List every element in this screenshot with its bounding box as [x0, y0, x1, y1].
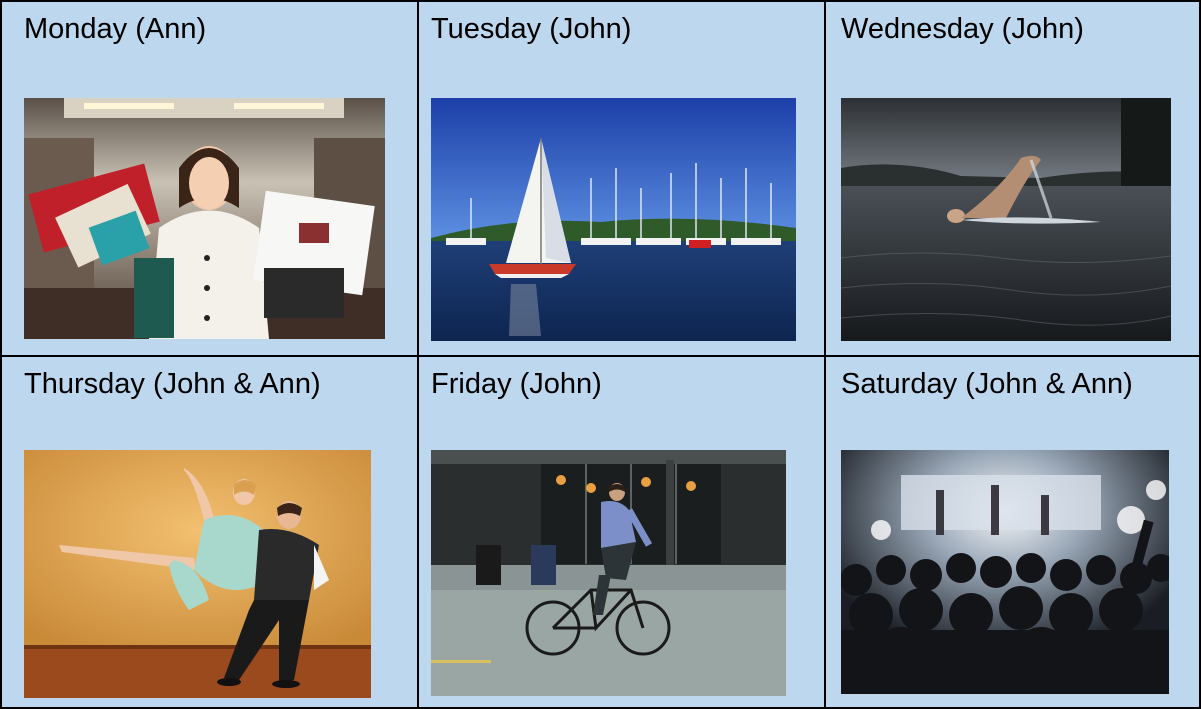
table-cell-tuesday: Tuesday (John): [419, 2, 824, 355]
woman-shopping-bags-photo: [24, 98, 385, 339]
table-cell-saturday: Saturday (John & Ann): [826, 357, 1199, 707]
concert-crowd-photo: [841, 450, 1169, 694]
day-label-tuesday: Tuesday (John): [431, 13, 632, 45]
ballroom-dancers-photo: [24, 450, 371, 698]
day-label-monday: Monday (Ann): [24, 13, 207, 45]
table-cell-wednesday: Wednesday (John): [826, 2, 1199, 355]
activity-schedule-table: Monday (Ann) Tuesday (John) Wednesday (J…: [0, 0, 1201, 709]
table-cell-friday: Friday (John): [419, 357, 824, 707]
table-cell-thursday: Thursday (John & Ann): [2, 357, 417, 707]
day-label-thursday: Thursday (John & Ann): [24, 368, 321, 400]
table-cell-monday: Monday (Ann): [2, 2, 417, 355]
day-label-wednesday: Wednesday (John): [841, 13, 1084, 45]
day-label-saturday: Saturday (John & Ann): [841, 368, 1133, 400]
cyclist-street-photo: [431, 450, 786, 696]
day-label-friday: Friday (John): [431, 368, 602, 400]
swimmer-lake-photo: [841, 98, 1171, 341]
sailboat-harbor-photo: [431, 98, 796, 341]
